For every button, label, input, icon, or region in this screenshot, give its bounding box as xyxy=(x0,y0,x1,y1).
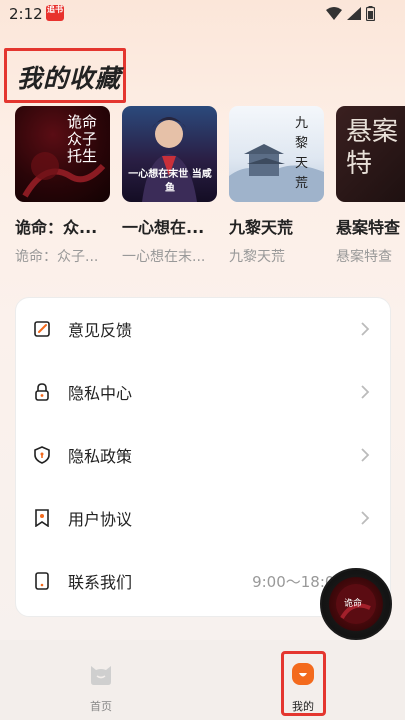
app-notification-icon: 追书 xyxy=(46,5,64,21)
page-title: 我的收藏 xyxy=(17,64,122,93)
status-bar: 2:12 追书 xyxy=(0,0,405,28)
wifi-icon xyxy=(326,7,342,20)
cover-title: 诡命 众子托生 xyxy=(67,113,98,165)
favorite-book-card[interactable]: 一心想在末世 当咸鱼 一心想在... 一心想在末... xyxy=(122,106,218,266)
cover-title: 悬案特 xyxy=(346,117,399,179)
book-cover[interactable]: 九黎天荒 xyxy=(229,106,324,202)
disc-cover-art: 诡命 xyxy=(336,584,376,624)
favorite-subtitle: 诡命：众子... xyxy=(15,249,99,265)
favorite-book-card[interactable]: 诡命 众子托生 诡命：众... 诡命：众子... xyxy=(15,106,111,266)
menu-item-feedback[interactable]: 意见反馈 xyxy=(16,304,390,354)
favorite-book-card[interactable]: 九黎天荒 九黎天荒 九黎天荒 xyxy=(229,106,325,266)
bookmark-icon xyxy=(35,509,49,527)
bottom-tab-bar: 首页 我的 xyxy=(0,640,405,720)
floating-player-disc[interactable]: 诡命 xyxy=(320,568,392,640)
home-cat-icon xyxy=(91,666,111,685)
phone-icon xyxy=(35,572,49,590)
book-cover[interactable]: 诡命 众子托生 xyxy=(15,106,110,202)
menu-item-label: 意见反馈 xyxy=(68,321,133,340)
lock-icon xyxy=(35,383,49,401)
favorite-subtitle: 一心想在末... xyxy=(122,249,206,265)
status-icons xyxy=(326,6,375,21)
favorite-subtitle: 九黎天荒 xyxy=(229,249,285,265)
settings-menu: 意见反馈 隐私中心 隐私政策 用户协议 联系我们 9:00～18:00 xyxy=(15,297,391,617)
shield-icon xyxy=(34,446,50,464)
favorite-title[interactable]: 一心想在... xyxy=(122,214,218,238)
book-cover[interactable]: 一心想在末世 当咸鱼 xyxy=(122,106,217,202)
menu-item-user-agreement[interactable]: 用户协议 xyxy=(16,493,390,543)
chevron-right-icon xyxy=(361,511,370,525)
cover-title: 九黎天荒 xyxy=(295,116,309,191)
status-time: 2:12 xyxy=(9,5,43,23)
active-tab-highlight xyxy=(281,651,326,716)
menu-item-label: 隐私政策 xyxy=(68,447,133,466)
edit-icon xyxy=(34,321,50,337)
menu-item-privacy-policy[interactable]: 隐私政策 xyxy=(16,430,390,480)
favorite-title[interactable]: 诡命：众... xyxy=(15,214,111,238)
menu-item-privacy-center[interactable]: 隐私中心 xyxy=(16,367,390,417)
chevron-right-icon xyxy=(361,385,370,399)
favorites-list[interactable]: 诡命 众子托生 诡命：众... 诡命：众子... 一心想在末世 当咸鱼 一心想在… xyxy=(15,106,405,266)
book-cover[interactable]: 悬案特 xyxy=(336,106,405,202)
favorite-book-card[interactable]: 悬案特 悬案特查 悬案特查 xyxy=(336,106,405,266)
signal-icon xyxy=(347,7,361,20)
svg-text:诡命: 诡命 xyxy=(344,597,362,609)
chevron-right-icon xyxy=(361,448,370,462)
cover-title: 一心想在末世 当咸鱼 xyxy=(128,169,212,194)
chevron-right-icon xyxy=(361,322,370,336)
favorite-title[interactable]: 九黎天荒 xyxy=(229,214,325,238)
menu-item-label: 联系我们 xyxy=(68,573,133,592)
tab-label: 首页 xyxy=(90,700,112,713)
page-title-highlight: 我的收藏 xyxy=(4,48,126,103)
battery-icon xyxy=(366,6,375,21)
tab-home[interactable]: 首页 xyxy=(51,640,151,720)
menu-item-label: 隐私中心 xyxy=(68,384,133,403)
menu-item-label: 用户协议 xyxy=(68,510,133,529)
favorite-title[interactable]: 悬案特查 xyxy=(336,214,405,238)
favorite-subtitle: 悬案特查 xyxy=(336,249,392,265)
